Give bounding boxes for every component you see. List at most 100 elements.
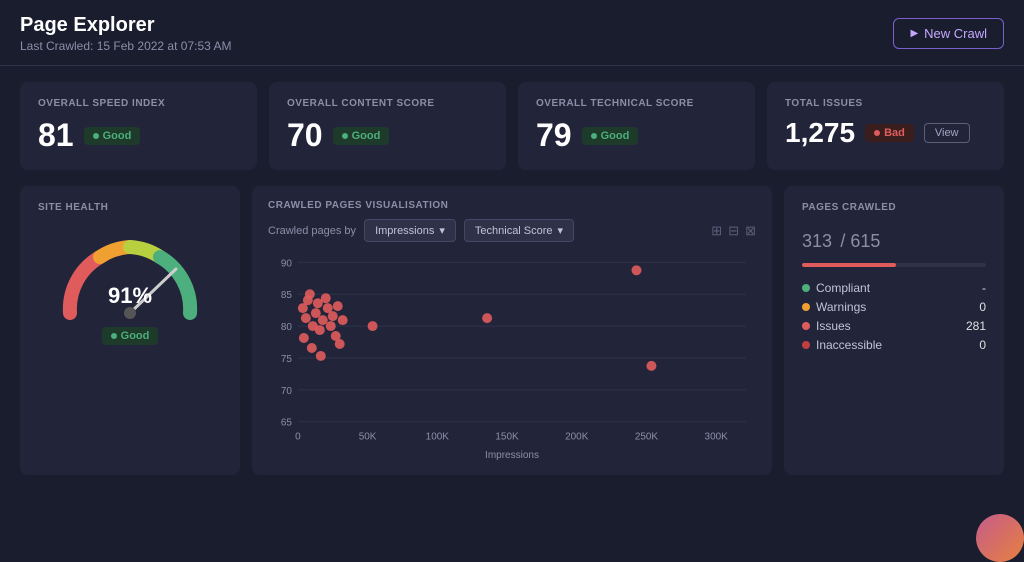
site-health-badge-label: Good bbox=[121, 330, 150, 342]
metric-badge-label-technical: Good bbox=[601, 130, 630, 142]
svg-text:100K: 100K bbox=[426, 432, 450, 443]
stat-dot-compliant bbox=[802, 284, 810, 292]
site-health-badge: Good bbox=[102, 327, 159, 345]
metric-card-speed: OVERALL SPEED INDEX 81 Good bbox=[20, 82, 257, 170]
bad-dot-issues bbox=[874, 130, 880, 136]
metric-value-content: 70 bbox=[287, 117, 323, 154]
stat-text-compliant: Compliant bbox=[816, 281, 870, 295]
stat-text-issues: Issues bbox=[816, 319, 851, 333]
good-dot-speed bbox=[93, 133, 99, 139]
stat-label-compliant: Compliant bbox=[802, 281, 870, 295]
new-crawl-button[interactable]: ▶ New Crawl bbox=[893, 18, 1004, 49]
pages-crawled-card: PAGES CRAWLED 313 / 615 Compliant - Warn… bbox=[784, 186, 1004, 475]
scatter-chart: 90 85 80 75 70 65 0 50K 100K 150K 200K 2 bbox=[268, 248, 756, 443]
stat-row-warnings: Warnings 0 bbox=[802, 300, 986, 314]
stat-value-warnings: 0 bbox=[979, 300, 986, 314]
good-dot bbox=[111, 333, 117, 339]
metric-badge-label-speed: Good bbox=[103, 130, 132, 142]
metric-value-row-technical: 79 Good bbox=[536, 117, 737, 154]
header: Page Explorer Last Crawled: 15 Feb 2022 … bbox=[0, 0, 1024, 66]
main-content: OVERALL SPEED INDEX 81 Good OVERALL CONT… bbox=[0, 66, 1024, 491]
stat-label-warnings: Warnings bbox=[802, 300, 866, 314]
metrics-row: OVERALL SPEED INDEX 81 Good OVERALL CONT… bbox=[20, 82, 1004, 170]
metric-value-row-speed: 81 Good bbox=[38, 117, 239, 154]
svg-text:65: 65 bbox=[281, 418, 293, 429]
svg-text:250K: 250K bbox=[635, 432, 659, 443]
chart-icon-3[interactable]: ⊠ bbox=[745, 223, 756, 239]
gauge-percent: 91% bbox=[108, 283, 152, 309]
x-axis-label: Impressions bbox=[268, 450, 756, 461]
avatar bbox=[976, 514, 1024, 562]
metric-badge-technical: Good bbox=[582, 127, 639, 145]
chevron-down-icon: ▾ bbox=[439, 224, 445, 237]
metric-card-technical: OVERALL TECHNICAL SCORE 79 Good bbox=[518, 82, 755, 170]
pages-crawled-label: PAGES CRAWLED bbox=[802, 202, 986, 213]
metric-card-content: OVERALL CONTENT SCORE 70 Good bbox=[269, 82, 506, 170]
chart-title: CRAWLED PAGES VISUALISATION bbox=[268, 200, 448, 211]
chart-icon-1[interactable]: ⊞ bbox=[711, 223, 722, 239]
chart-icon-2[interactable]: ⊟ bbox=[728, 223, 739, 239]
metric-value-technical: 79 bbox=[536, 117, 572, 154]
svg-text:150K: 150K bbox=[495, 432, 519, 443]
technical-score-label: Technical Score bbox=[475, 225, 553, 237]
pages-bar-fill bbox=[802, 263, 896, 267]
chart-subtitle: Crawled pages by bbox=[268, 225, 356, 237]
metric-value-speed: 81 bbox=[38, 117, 74, 154]
svg-text:200K: 200K bbox=[565, 432, 589, 443]
stat-label-issues: Issues bbox=[802, 319, 851, 333]
pages-crawled-count: 313 / 615 bbox=[802, 221, 986, 255]
metric-label-content: OVERALL CONTENT SCORE bbox=[287, 98, 488, 109]
stat-value-compliant: - bbox=[982, 281, 986, 295]
site-health-label: SITE HEALTH bbox=[38, 202, 108, 213]
stat-value-issues: 281 bbox=[966, 319, 986, 333]
metric-badge-content: Good bbox=[333, 127, 390, 145]
svg-text:75: 75 bbox=[281, 354, 293, 365]
metric-value-issues: 1,275 bbox=[785, 117, 855, 149]
good-dot-content bbox=[342, 133, 348, 139]
metric-value-row-issues: 1,275 Bad View bbox=[785, 117, 986, 149]
chart-header: CRAWLED PAGES VISUALISATION bbox=[268, 200, 756, 211]
good-dot-technical bbox=[591, 133, 597, 139]
svg-text:0: 0 bbox=[295, 432, 301, 443]
chevron-down-icon2: ▾ bbox=[558, 224, 564, 237]
technical-score-dropdown[interactable]: Technical Score ▾ bbox=[464, 219, 574, 242]
pages-crawled-total: / 615 bbox=[840, 231, 880, 251]
stat-text-inaccessible: Inaccessible bbox=[816, 338, 882, 352]
metric-badge-speed: Good bbox=[84, 127, 141, 145]
pages-stats: Compliant - Warnings 0 Issues 281 Inacce… bbox=[802, 281, 986, 352]
metric-label-technical: OVERALL TECHNICAL SCORE bbox=[536, 98, 737, 109]
stat-text-warnings: Warnings bbox=[816, 300, 866, 314]
stat-label-inaccessible: Inaccessible bbox=[802, 338, 882, 352]
svg-text:80: 80 bbox=[281, 322, 293, 333]
view-button[interactable]: View bbox=[924, 123, 970, 143]
stat-value-inaccessible: 0 bbox=[979, 338, 986, 352]
pages-progress-bar bbox=[802, 263, 986, 267]
metric-badge-issues: Bad bbox=[865, 124, 914, 142]
metric-label-speed: OVERALL SPEED INDEX bbox=[38, 98, 239, 109]
stat-row-compliant: Compliant - bbox=[802, 281, 986, 295]
metric-card-issues: TOTAL ISSUES 1,275 Bad View bbox=[767, 82, 1004, 170]
header-left: Page Explorer Last Crawled: 15 Feb 2022 … bbox=[20, 14, 231, 53]
svg-text:70: 70 bbox=[281, 386, 293, 397]
svg-text:50K: 50K bbox=[359, 432, 377, 443]
metric-badge-label-issues: Bad bbox=[884, 127, 905, 139]
stat-row-inaccessible: Inaccessible 0 bbox=[802, 338, 986, 352]
last-crawled: Last Crawled: 15 Feb 2022 at 07:53 AM bbox=[20, 39, 231, 53]
bottom-row: SITE HEALTH 91% bbox=[20, 186, 1004, 475]
stat-dot-inaccessible bbox=[802, 341, 810, 349]
svg-text:90: 90 bbox=[281, 258, 293, 269]
chart-card: CRAWLED PAGES VISUALISATION Crawled page… bbox=[252, 186, 772, 475]
stat-row-issues: Issues 281 bbox=[802, 319, 986, 333]
svg-text:300K: 300K bbox=[705, 432, 729, 443]
metric-value-row-content: 70 Good bbox=[287, 117, 488, 154]
new-crawl-label: New Crawl bbox=[924, 26, 987, 41]
chart-icons: ⊞ ⊟ ⊠ bbox=[711, 223, 756, 239]
page-title: Page Explorer bbox=[20, 14, 231, 37]
stat-dot-issues bbox=[802, 322, 810, 330]
metric-label-issues: TOTAL ISSUES bbox=[785, 98, 986, 109]
metric-badge-label-content: Good bbox=[352, 130, 381, 142]
svg-text:85: 85 bbox=[281, 290, 293, 301]
impressions-dropdown[interactable]: Impressions ▾ bbox=[364, 219, 456, 242]
site-health-card: SITE HEALTH 91% bbox=[20, 186, 240, 475]
gauge-chart: 91% bbox=[50, 223, 210, 323]
